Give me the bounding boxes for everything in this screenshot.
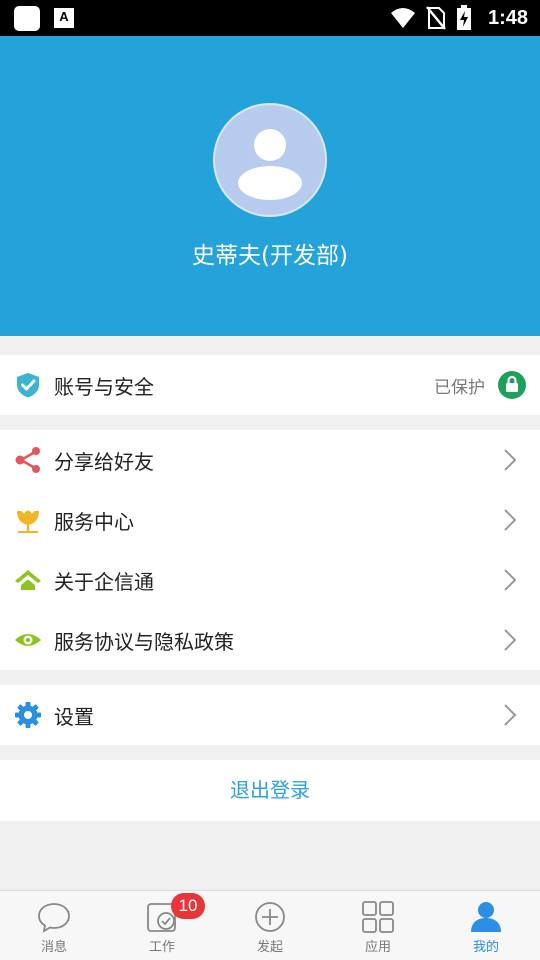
gear-icon [15, 702, 41, 728]
settings-group: 设置 [0, 685, 540, 745]
eye-icon [15, 634, 41, 646]
chevron-right-icon [504, 629, 517, 651]
menu-item-service-center[interactable]: 服务中心 [0, 490, 540, 550]
no-sim-icon [426, 6, 446, 30]
tab-apps[interactable]: 应用 [324, 891, 432, 960]
tab-work[interactable]: 10 工作 [108, 891, 216, 960]
wifi-icon [390, 8, 415, 28]
default-avatar-icon [238, 129, 302, 200]
battery-charging-icon [456, 5, 471, 30]
chevron-right-icon [504, 569, 517, 591]
menu-item-share[interactable]: 分享给好友 [0, 430, 540, 490]
tab-create[interactable]: 发起 [216, 891, 324, 960]
menu-item-privacy[interactable]: 服务协议与隐私政策 [0, 610, 540, 670]
tab-label: 发起 [256, 940, 283, 955]
lock-icon [498, 371, 526, 399]
profile-name: 史蒂夫(开发部) [192, 243, 348, 269]
menu-item-label: 分享给好友 [54, 449, 154, 474]
profile-header: 史蒂夫(开发部) [0, 36, 540, 336]
menu-group: 分享给好友 服务中心 关于企信通 服务协议与隐私政策 [0, 430, 540, 670]
chevron-right-icon [504, 704, 517, 726]
tab-label: 工作 [148, 940, 175, 955]
menu-item-about[interactable]: 关于企信通 [0, 550, 540, 610]
tab-messages[interactable]: 消息 [0, 891, 108, 960]
menu-item-label: 关于企信通 [54, 569, 154, 594]
app-notification-icon [14, 6, 40, 31]
home-icon [15, 570, 41, 590]
clock-time: 1:48 [487, 6, 528, 29]
logout-button[interactable]: 退出登录 [0, 760, 540, 821]
share-icon [15, 447, 40, 473]
status-bar: A 1:48 [0, 0, 540, 36]
grid-apps-icon [362, 901, 394, 933]
user-icon [471, 902, 501, 932]
chevron-right-icon [504, 509, 517, 531]
settings-label: 设置 [54, 704, 94, 729]
menu-item-settings[interactable]: 设置 [0, 685, 540, 745]
service-center-icon [17, 510, 39, 533]
tab-label: 我的 [472, 940, 499, 955]
tab-label: 消息 [40, 940, 67, 955]
bottom-nav: 消息 10 工作 发起 应用 我的 [0, 890, 540, 960]
account-group: 账号与安全 已保护 [0, 355, 540, 415]
menu-item-label: 服务协议与隐私政策 [54, 629, 234, 654]
shield-check-icon [17, 373, 39, 398]
protection-status: 已保护 [434, 377, 485, 398]
account-security-item[interactable]: 账号与安全 已保护 [0, 355, 540, 415]
plus-circle-icon [255, 902, 285, 932]
chevron-right-icon [504, 449, 517, 471]
tab-me[interactable]: 我的 [432, 891, 540, 960]
notification-badge: 10 [171, 893, 205, 919]
chat-bubble-icon [38, 903, 70, 933]
account-security-label: 账号与安全 [54, 374, 154, 399]
keyboard-indicator-icon: A [54, 8, 74, 28]
menu-item-label: 服务中心 [54, 509, 134, 534]
avatar[interactable] [213, 103, 327, 217]
tab-label: 应用 [364, 940, 391, 955]
